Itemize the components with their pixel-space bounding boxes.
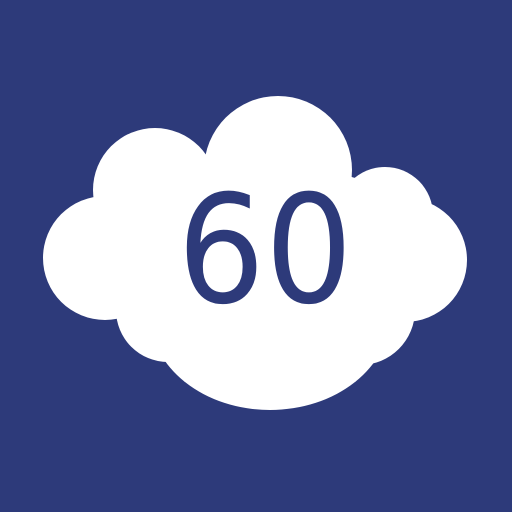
- cloud-label-text: 60: [177, 164, 353, 338]
- app-icon[interactable]: 60: [0, 0, 512, 512]
